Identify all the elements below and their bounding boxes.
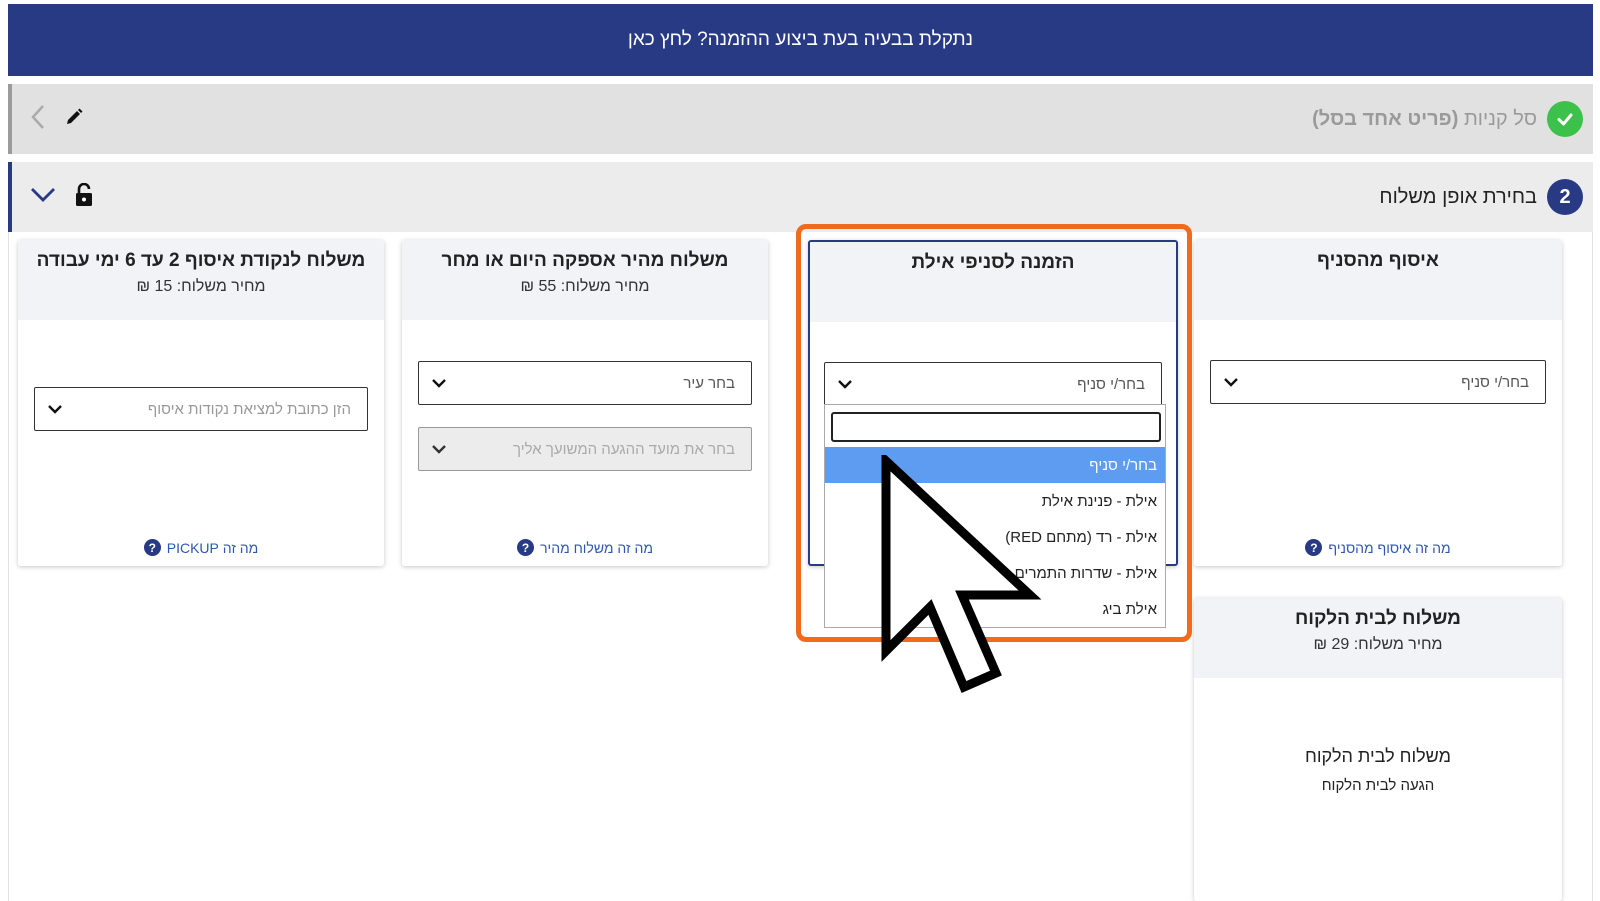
branch-pickup-help-link[interactable]: מה זה איסוף מהסניף ?: [1194, 539, 1562, 556]
card-pickup-point-price: מחיר משלוח: 15 ₪: [136, 278, 266, 295]
home-delivery-body-sub: הגעה לבית הלקוח: [1321, 777, 1435, 794]
step-cart-title: סל קניות (פריט אחד בסל): [1312, 108, 1537, 131]
step-shipping[interactable]: 2 בחירת אופן משלוח: [8, 162, 1593, 232]
card-branch-pickup[interactable]: איסוף מהסניף בחר/י סניף מה זה איסוף מהסנ…: [1194, 240, 1562, 566]
card-express-header: משלוח מהיר אספקה היום או מחר מחיר משלוח:…: [402, 240, 768, 320]
city-select[interactable]: בחר עיר: [418, 361, 752, 405]
card-express-price: מחיר משלוח: 55 ₪: [520, 278, 650, 295]
step-cart-count: (פריט אחד בסל): [1312, 107, 1459, 130]
pickup-address-select[interactable]: הזן כתובת למציאת נקודות איסוף: [34, 387, 368, 431]
step-shipping-title: בחירת אופן משלוח: [1379, 185, 1537, 208]
step-cart-label: סל קניות: [1463, 107, 1537, 130]
question-icon: ?: [1305, 539, 1323, 556]
delivery-time-select[interactable]: בחר את מועד ההגעה המשועך אליך: [418, 427, 752, 471]
mouse-pointer-icon: [881, 455, 1042, 693]
pickup-address-placeholder: הזן כתובת למציאת נקודות איסוף: [147, 400, 351, 418]
check-icon: [1547, 101, 1583, 137]
city-select-value: בחר עיר: [683, 374, 735, 392]
card-home-delivery-header: משלוח לבית הלקוח מחיר משלוח: 29 ₪: [1194, 598, 1562, 678]
card-express-title: משלוח מהיר אספקה היום או מחר: [441, 250, 729, 271]
chevron-down-icon[interactable]: [30, 186, 56, 209]
card-pickup-point-title: משלוח לנקודת איסוף 2 עד 6 ימי עבודה: [36, 250, 366, 271]
card-home-delivery-title: משלוח לבית הלקוח: [1295, 608, 1461, 629]
help-banner-text[interactable]: נתקלת בבעיה בעת ביצוע ההזמנה? לחץ כאן: [628, 29, 973, 51]
unlock-icon[interactable]: [74, 182, 94, 212]
card-branch-pickup-header: איסוף מהסניף: [1194, 240, 1562, 320]
question-icon: ?: [517, 539, 535, 556]
checkout-page: נתקלת בבעיה בעת ביצוע ההזמנה? לחץ כאן סל…: [0, 0, 1600, 901]
chevron-down-icon: [1223, 373, 1239, 395]
chevron-down-icon: [47, 400, 63, 422]
chevron-down-icon: [431, 440, 447, 462]
step-cart[interactable]: סל קניות (פריט אחד בסל): [8, 84, 1593, 154]
pencil-icon[interactable]: [64, 107, 84, 132]
step-shipping-tools: [30, 162, 94, 232]
card-express[interactable]: משלוח מהיר אספקה היום או מחר מחיר משלוח:…: [402, 240, 768, 566]
chevron-left-icon[interactable]: [30, 104, 46, 135]
card-home-delivery[interactable]: משלוח לבית הלקוח מחיר משלוח: 29 ₪ משלוח …: [1194, 598, 1562, 901]
pickup-help-link[interactable]: מה זה PICKUP ?: [18, 539, 384, 556]
pickup-help-text[interactable]: מה זה PICKUP: [167, 540, 259, 556]
express-help-link[interactable]: מה זה משלוח מהיר ?: [402, 539, 768, 556]
chevron-down-icon: [431, 374, 447, 396]
delivery-time-placeholder: בחר את מועד ההגעה המשועך אליך: [513, 440, 735, 458]
home-delivery-body: משלוח לבית הלקוח הגעה לבית הלקוח: [1194, 746, 1562, 794]
step-cart-tools: [30, 84, 84, 154]
card-branch-pickup-title: איסוף מהסניף: [1317, 250, 1439, 271]
branch-pickup-help-text[interactable]: מה זה איסוף מהסניף: [1328, 540, 1450, 556]
card-pickup-point[interactable]: משלוח לנקודת איסוף 2 עד 6 ימי עבודה מחיר…: [18, 240, 384, 566]
step-number-badge: 2: [1547, 179, 1583, 215]
card-pickup-point-header: משלוח לנקודת איסוף 2 עד 6 ימי עבודה מחיר…: [18, 240, 384, 320]
help-banner[interactable]: נתקלת בבעיה בעת ביצוע ההזמנה? לחץ כאן: [8, 4, 1593, 76]
branch-select-value: בחר/י סניף: [1461, 373, 1529, 391]
dropdown-search-input[interactable]: [831, 412, 1161, 442]
question-icon: ?: [143, 539, 161, 556]
home-delivery-body-title: משלוח לבית הלקוח: [1305, 746, 1451, 766]
express-help-text[interactable]: מה זה משלוח מהיר: [540, 540, 653, 556]
branch-select[interactable]: בחר/י סניף: [1210, 360, 1546, 404]
card-home-delivery-price: מחיר משלוח: 29 ₪: [1313, 636, 1443, 653]
